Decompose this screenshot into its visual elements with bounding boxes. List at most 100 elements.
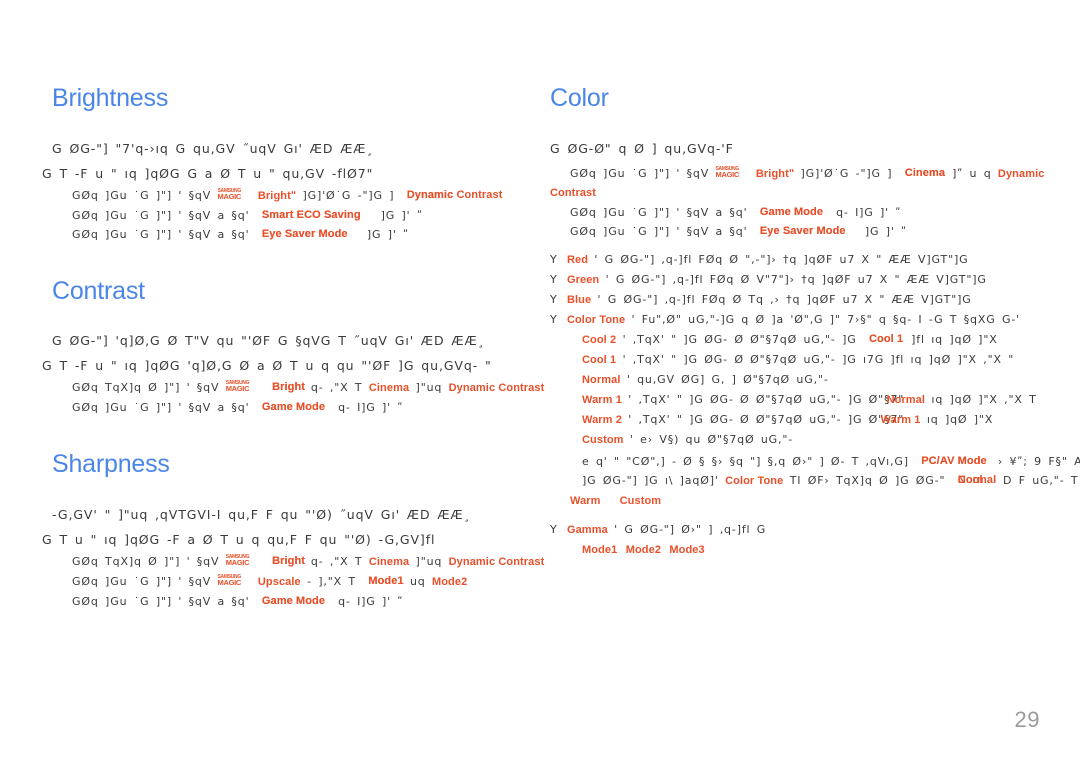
- sharpness-paragraph-line-1: -G,GV' " ]"uq ,qVTGVI-I qu,F F qu "'Ø) ˝…: [52, 506, 471, 522]
- color-row-3: GØq ]Gu ˙G ]"] ' §qV a §q' Eye Saver Mod…: [550, 222, 1080, 241]
- term-cool-1-dup: Cool 1: [868, 332, 904, 345]
- row-garble-pre: GØq ]Gu ˙G ]"] ' §qV a §q': [72, 594, 250, 608]
- color-bullet-gamma: Y Gamma ' G ØG-"] Ø›" ] ,q-]fl G: [550, 520, 1080, 540]
- term-mode1-dup: Mode1: [368, 574, 404, 587]
- row-garble-mid2: ]"uq: [415, 381, 443, 394]
- color-paragraph-line-1: G ØG-Ø" q Ø ] qu,GVq-'F: [550, 140, 734, 156]
- term-pc-av-mode-dup: PC/AV Mode: [921, 454, 987, 467]
- term-eye-saver-mode-overlap: Eye Saver Mode Eye Saver Mode Eye Saver …: [256, 225, 361, 244]
- row-garble-pre: GØq ]Gu ˙G ]"] ' §qV a §q': [72, 208, 250, 222]
- contrast-row-1: GØq TqX]q Ø ]"] ' §qV SAMSUNG MAGIC Brig…: [52, 378, 544, 398]
- color-bullet-green: Y Green ' G ØG-"] ,q-]fl FØq Ø V"7"]› †q…: [550, 270, 1080, 290]
- row-garble-pre: GØq ]Gu ˙G ]"] ' §qV: [570, 166, 710, 180]
- term-cinema: Cinema: [368, 382, 410, 394]
- row-garble-pre: GØq TqX]q Ø ]"] ' §qV: [72, 381, 220, 394]
- color-bullet-red: Y Red ' G ØG-"] ,q-]fl FØq Ø ",-"]› †q ]…: [550, 250, 1080, 270]
- term-green: Green: [566, 273, 600, 286]
- term-dynamic: Dynamic: [997, 167, 1045, 180]
- sharpness-paragraph-line-2: G T u " ıq ]qØG -F a Ø T u q qu,F F qu "…: [42, 531, 436, 547]
- term-warm-1: Warm 1: [582, 393, 622, 406]
- term-cinema: Cinema: [368, 555, 410, 568]
- manual-page: Brightness G ØG-"] "7'q-›ıq G qu,GV ˝uqV…: [0, 0, 1080, 763]
- gamma-garble-text: ' G ØG-"] Ø›" ] ,q-]fl G: [614, 522, 767, 536]
- note-garble-mid: TI ØF› TqX]q Ø ]G ØG-": [789, 473, 946, 487]
- row-garble-mid2: ]ʺ u q: [952, 166, 992, 180]
- sharpness-row-1: GØq TqX]q Ø ]"] ' §qV SAMSUNG MAGIC Brig…: [52, 552, 545, 572]
- brightness-paragraph-line-2: G T -F u " ıq ]qØG G a Ø T u " qu,GV -fl…: [42, 165, 374, 181]
- color-row-1: GØq ]Gu ˙G ]"] ' §qV SAMSUNG MAGIC Brigh…: [550, 164, 1080, 203]
- term-game-mode-dup: Game Mode: [759, 205, 824, 218]
- samsung-magic-line2: MAGIC: [225, 384, 250, 393]
- term-eye-saver-mode-dup: Eye Saver Mode: [759, 224, 846, 237]
- gamma-modes: Mode1 Mode2 Mode3: [550, 540, 1080, 560]
- row-garble-pre: GØq ]Gu ˙G ]"] ' §qV a §q': [72, 227, 250, 241]
- sharpness-row-3: GØq ]Gu ˙G ]"] ' §qV a §q' Game Mode Gam…: [52, 592, 542, 611]
- row-garble-mid: q- ,"X T: [310, 381, 363, 394]
- term-cinema-dup: Cinema: [904, 166, 946, 179]
- color-note-line-1: e q' " "CØ",] - Ø § §› §q "] §,q Ø›" ] Ø…: [550, 452, 1080, 471]
- term-mode2: Mode2: [625, 543, 662, 556]
- contrast-paragraph-line-1: G ØG-"] 'q]Ø,G Ø T"V qu "'ØF G §qVG T ˝u…: [52, 333, 485, 348]
- term-game-mode-dup: Game Mode: [261, 594, 326, 607]
- tone-garble-text2: ıq ]qØ ]"X ,"X T: [931, 392, 1037, 406]
- tone-option-custom: Custom ' e› V§) qu Ø"§7qØ uG,"-: [550, 430, 1080, 450]
- row-garble-mid2: ]"uq: [415, 554, 443, 568]
- term-red: Red: [566, 253, 589, 266]
- term-cool-1: Cool 1: [582, 353, 617, 366]
- term-game-mode-dup: Game Mode: [261, 401, 326, 413]
- samsung-magic-line2: MAGIC: [715, 169, 740, 179]
- section-brightness: Brightness G ØG-"] "7'q-›ıq G qu,GV ˝uqV…: [42, 84, 542, 244]
- tone-garble-text: ' e› V§) qu Ø"§7qØ uG,"-: [629, 432, 794, 446]
- term-bright-overlap: Bright Bright Bright: [266, 552, 305, 571]
- term-color-tone: Color Tone: [725, 474, 784, 487]
- bullet-garble-text: ' G ØG-"] ,q-]fl FØq Ø Tq ,› †q ]qØF u7 …: [597, 292, 972, 306]
- row-garble-pre: GØq ]Gu ˙G ]"] ' §qV a §q': [72, 401, 250, 414]
- term-mode3: Mode3: [669, 543, 705, 556]
- contrast-row-2: GØq ]Gu ˙G ]"] ' §qV a §q' Game Mode Gam…: [52, 398, 542, 417]
- row-garble-pre: GØq ]Gu ˙G ]"] ' §qV a §q': [570, 205, 748, 219]
- left-column: Brightness G ØG-"] "7'q-›ıq G qu,GV ˝uqV…: [42, 84, 545, 611]
- term-cinema-overlap: Cinema Cinema Cinema: [899, 164, 946, 183]
- color-note-line-2: ]G ØG-"] ]G ı\ ]aqØ]' Color Tone TI ØF› …: [550, 471, 1080, 491]
- term-bright-dup: Bright: [272, 381, 306, 393]
- bullet-garble-text: ' G ØG-"] ,q-]fl FØq Ø V"7"]› †q ]qØF u7…: [605, 272, 987, 286]
- color-bullet-color-tone: Y Color Tone ' Fu",Ø" uG,"-]G q Ø ]a 'Ø"…: [550, 310, 1080, 330]
- term-game-mode-overlap: Game Mode Game Mode Game Mode: [256, 398, 332, 417]
- term-cool-2: Cool 2: [582, 333, 617, 346]
- term-game-mode-overlap: Game Mode Game Mode Game Mode: [256, 592, 332, 611]
- term-dynamic-contrast: Dynamic Contrast: [448, 555, 545, 568]
- bullet-garble-text: ' Fu",Ø" uG,"-]G q Ø ]a 'Ø",G ]" 7›§" q …: [631, 312, 1021, 326]
- term-pc-av-mode-overlap: PC/AV Mode PC/AV Mode PC/AV Mode: [915, 452, 991, 471]
- row-garble-mid: q- I]G ]' ʺ: [338, 401, 404, 414]
- bullet-glyph-icon: Y: [550, 522, 558, 536]
- term-mode1: Mode1: [582, 543, 618, 556]
- term-mode2: Mode2: [431, 575, 468, 588]
- tone-garble-text2: ıq ]qØ ]"X: [926, 412, 994, 426]
- row-garble-mid: q- I]G ]' ʺ: [338, 594, 404, 608]
- samsung-magic-logo-icon: SAMSUNG MAGIC: [218, 574, 252, 587]
- sharpness-row-2: GØq ]Gu ˙G ]"] ' §qV SAMSUNG MAGIC Upsca…: [52, 572, 542, 592]
- section-sharpness: Sharpness -G,GV' " ]"uq ,qVTGVI-I qu,F F…: [42, 450, 545, 611]
- term-custom: Custom: [619, 494, 662, 507]
- brightness-row-1: GØq ]Gu ˙G ]"] ' §qV SAMSUNG MAGIC Brigh…: [52, 186, 542, 206]
- section-title-contrast: Contrast: [52, 276, 145, 305]
- tone-option-warm1: Warm 1 ' ,TqX' " ]G ØG- Ø Ø"§7qØ uG,"- ]…: [550, 390, 1080, 410]
- row-garble-pre: GØq TqX]q Ø ]"] ' §qV: [72, 554, 220, 568]
- tone-option-warm2: Warm 2 ' ,TqX' " ]G ØG- Ø Ø"§7qØ uG,"- ]…: [550, 410, 1080, 430]
- section-contrast: Contrast G ØG-"] 'q]Ø,G Ø T"V qu "'ØF G …: [42, 276, 544, 418]
- term-smart-eco-saving-dup: Smart ECO Saving: [261, 208, 361, 221]
- row-garble-mid: ]G]'Ø˙G -"]G ]: [800, 166, 893, 180]
- tone-garble-text: ' ,TqX' " ]G ØG- Ø Ø"§7qØ uG,"- ]G Ø"§7": [628, 412, 905, 426]
- note-garble-pre: e q' " "CØ",] - Ø § §› §q "] §,q Ø›" ] Ø…: [582, 454, 909, 468]
- term-gamma: Gamma: [566, 523, 608, 536]
- term-game-mode-overlap: Game Mode Game Mode Game Mode: [754, 203, 830, 222]
- samsung-magic-line2: MAGIC: [217, 191, 242, 201]
- brightness-row-3: GØq ]Gu ˙G ]"] ' §qV a §q' Eye Saver Mod…: [52, 225, 542, 244]
- row-garble-mid: ]G]'Ø˙G -"]G ]: [302, 188, 395, 202]
- term-dynamic-contrast-overlap: Dynamic Contrast Dynamic Contrast Dynami…: [401, 186, 516, 205]
- contrast-paragraph-line-2: G T -F u " ıq ]qØG 'q]Ø,G Ø a Ø T u q qu…: [42, 358, 492, 373]
- term-color-tone: Color Tone: [566, 313, 626, 326]
- section-title-sharpness: Sharpness: [52, 450, 170, 478]
- row-garble-pre: GØq ]Gu ˙G ]"] ' §qV: [72, 188, 212, 202]
- tone-option-cool2: Cool 2 ' ,TqX' " ]G ØG- Ø Ø"§7qØ uG,"- ]…: [550, 330, 1080, 350]
